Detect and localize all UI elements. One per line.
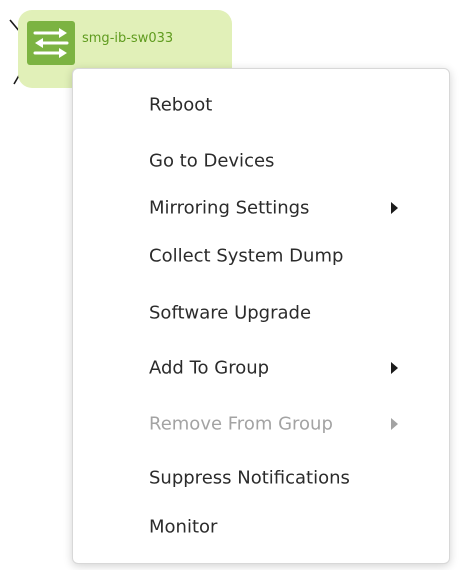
menu-item-add-to-group[interactable]: Add To Group	[73, 348, 449, 388]
menu-item-label: Add To Group	[149, 357, 270, 379]
menu-item-collect-system-dump[interactable]: Collect System Dump	[73, 236, 449, 276]
menu-item-label: Go to Devices	[149, 150, 275, 172]
menu-item-software-upgrade[interactable]: Software Upgrade	[73, 293, 449, 333]
menu-item-label: Reboot	[149, 94, 213, 116]
menu-item-monitor[interactable]: Monitor	[73, 507, 449, 547]
menu-item-label: Remove From Group	[149, 413, 333, 435]
switch-arrows-icon[interactable]	[27, 21, 75, 65]
menu-item-label: Suppress Notifications	[149, 467, 350, 489]
menu-item-label: Monitor	[149, 516, 218, 538]
context-menu: Reboot Go to Devices Mirroring Settings …	[72, 68, 450, 564]
menu-item-mirroring-settings[interactable]: Mirroring Settings	[73, 188, 449, 228]
chevron-right-icon	[391, 202, 398, 214]
menu-item-reboot[interactable]: Reboot	[73, 85, 449, 125]
menu-item-suppress-notifications[interactable]: Suppress Notifications	[73, 458, 449, 498]
chevron-right-icon	[391, 362, 398, 374]
menu-item-label: Software Upgrade	[149, 302, 312, 324]
switch-node-label[interactable]: smg-ib-sw033	[82, 31, 173, 46]
menu-item-remove-from-group: Remove From Group	[73, 404, 449, 444]
menu-item-label: Collect System Dump	[149, 245, 344, 267]
menu-item-go-to-devices[interactable]: Go to Devices	[73, 141, 449, 181]
chevron-right-icon	[391, 418, 398, 430]
menu-item-label: Mirroring Settings	[149, 197, 310, 219]
